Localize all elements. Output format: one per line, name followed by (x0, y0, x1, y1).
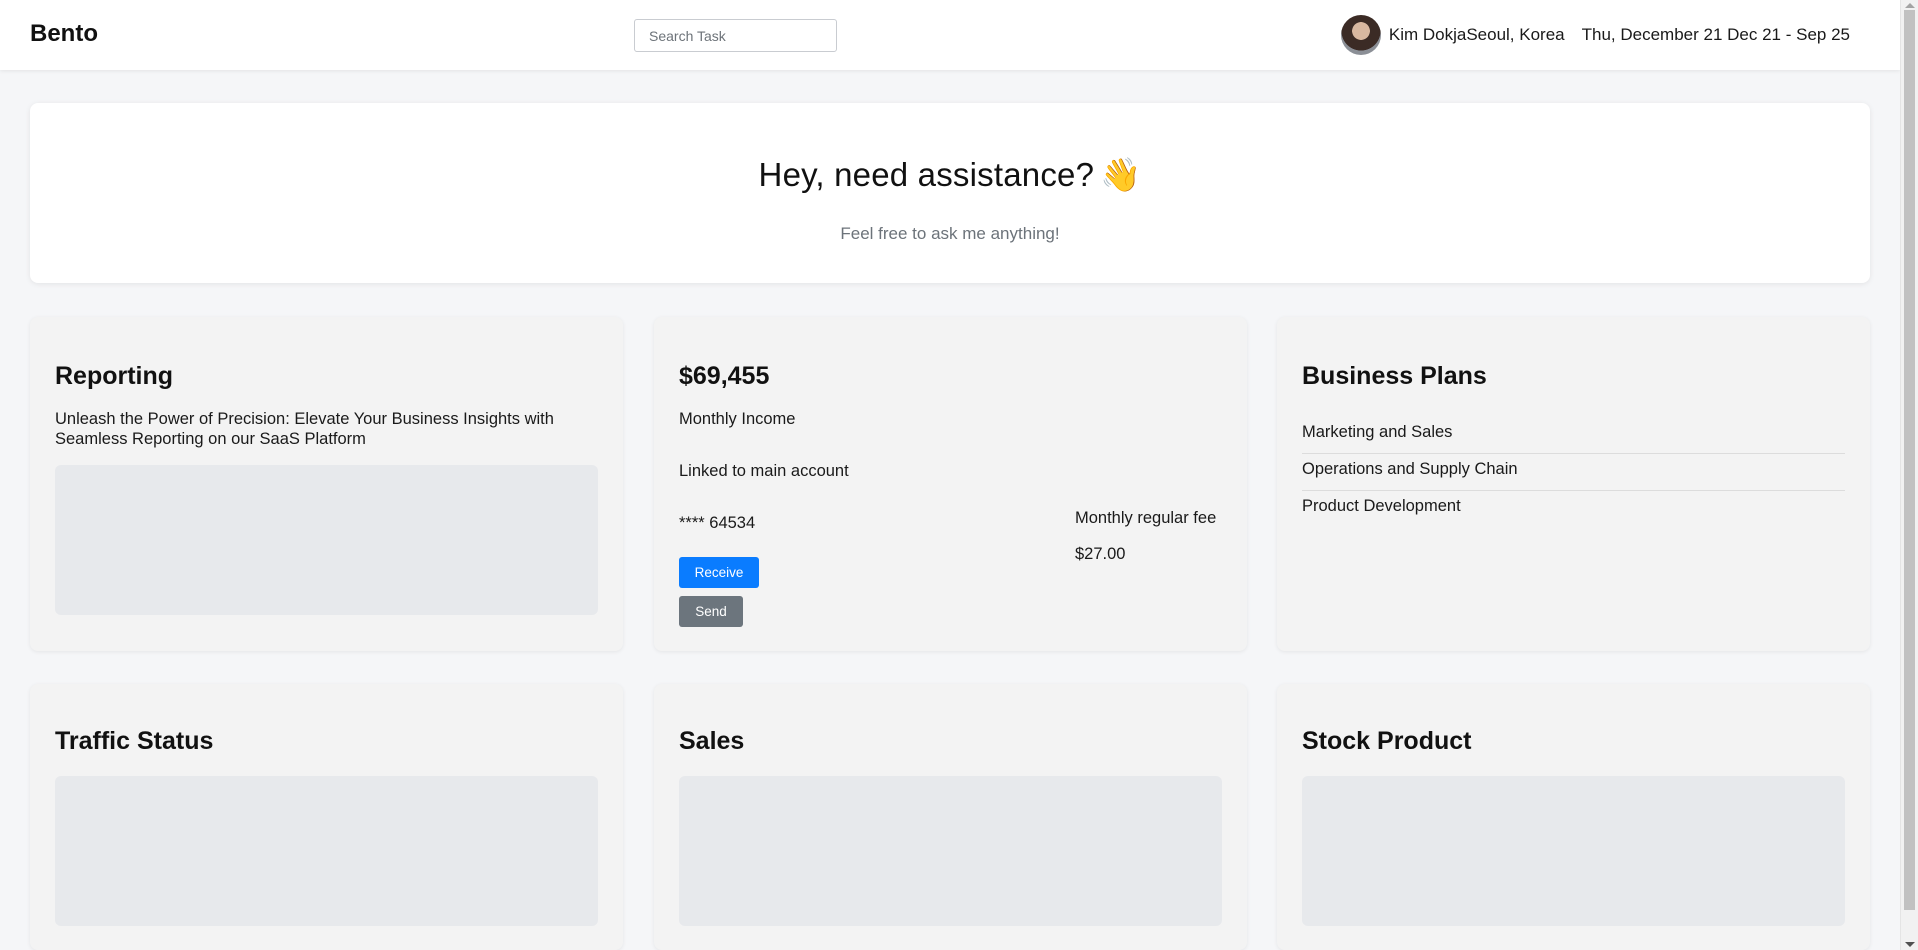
monthly-fee-label: Monthly regular fee (1075, 509, 1217, 527)
assistant-hero: Hey, need assistance? 👋 Feel free to ask … (30, 103, 1870, 283)
vertical-scrollbar[interactable] (1900, 0, 1918, 950)
page: Bento Kim DokjaSeoul, Korea Thu, Decembe… (0, 0, 1918, 950)
income-amount: $69,455 (679, 362, 770, 390)
reporting-card: Reporting Unleash the Power of Precision… (30, 317, 623, 651)
receive-button[interactable]: Receive (679, 557, 759, 588)
top-header: Bento Kim DokjaSeoul, Korea Thu, Decembe… (0, 0, 1900, 70)
income-card: $69,455 Monthly Income Linked to main ac… (654, 317, 1247, 651)
business-plans-card: Business Plans Marketing and Sales Opera… (1277, 317, 1870, 651)
plan-item-product[interactable]: Product Development (1302, 491, 1845, 527)
business-plans-list: Marketing and Sales Operations and Suppl… (1302, 417, 1845, 527)
user-info: Kim DokjaSeoul, Korea Thu, December 21 D… (1340, 15, 1850, 55)
waving-hand-icon: 👋 (1100, 156, 1142, 193)
hero-title: Hey, need assistance? 👋 (30, 156, 1870, 195)
stock-product-card: Stock Product (1277, 684, 1870, 950)
account-number: **** 64534 (679, 514, 756, 532)
reporting-chart-placeholder (55, 465, 598, 615)
stock-product-title: Stock Product (1302, 727, 1472, 755)
scroll-down-arrow-icon[interactable] (1905, 942, 1915, 947)
scroll-up-arrow-icon[interactable] (1905, 3, 1915, 8)
monthly-fee-value: $27.00 (1075, 545, 1126, 563)
brand-logo[interactable]: Bento (30, 20, 98, 48)
send-button[interactable]: Send (679, 596, 743, 627)
linked-account-label: Linked to main account (679, 462, 849, 480)
reporting-title: Reporting (55, 362, 174, 390)
user-name-location: Kim DokjaSeoul, Korea (1388, 25, 1565, 44)
sales-title: Sales (679, 727, 745, 755)
traffic-status-title: Traffic Status (55, 727, 214, 755)
search-input[interactable] (634, 19, 837, 52)
sales-card: Sales (654, 684, 1247, 950)
sales-chart-placeholder (679, 776, 1222, 926)
income-label: Monthly Income (679, 410, 796, 428)
business-plans-title: Business Plans (1302, 362, 1487, 390)
avatar[interactable] (1340, 15, 1381, 55)
scrollbar-thumb[interactable] (1904, 10, 1915, 910)
reporting-description: Unleash the Power of Precision: Elevate … (55, 410, 554, 448)
traffic-chart-placeholder (55, 776, 598, 926)
hero-title-text: Hey, need assistance? (758, 156, 1095, 193)
date-range: Thu, December 21 Dec 21 - Sep 25 (1581, 25, 1850, 44)
plan-item-operations[interactable]: Operations and Supply Chain (1302, 454, 1845, 491)
hero-subtitle: Feel free to ask me anything! (840, 224, 1060, 243)
traffic-status-card: Traffic Status (30, 684, 623, 950)
plan-item-marketing[interactable]: Marketing and Sales (1302, 417, 1845, 454)
stock-chart-placeholder (1302, 776, 1845, 926)
